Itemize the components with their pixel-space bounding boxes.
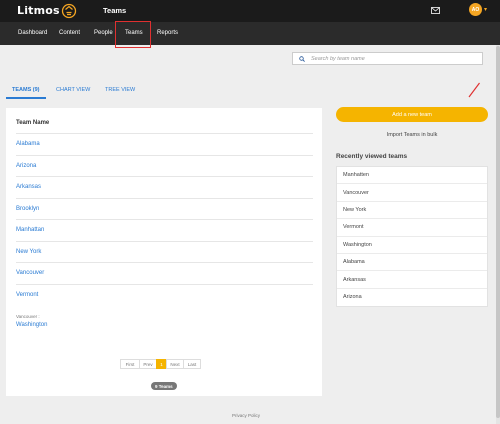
team-row[interactable]: Brooklyn bbox=[16, 197, 313, 220]
first-page-button[interactable]: First bbox=[120, 359, 140, 369]
recent-team-item[interactable]: Washington bbox=[337, 237, 487, 254]
tab-chart-view[interactable]: CHART VIEW bbox=[56, 87, 90, 93]
sub-team-entry: Vancouver : Washington bbox=[16, 314, 47, 328]
add-team-button[interactable]: Add a new team bbox=[336, 107, 488, 122]
next-page-button[interactable]: Next bbox=[166, 359, 184, 369]
nav-dashboard[interactable]: Dashboard bbox=[18, 30, 47, 36]
teams-card: Team Name Alabama Arizona Arkansas Brook… bbox=[6, 108, 322, 396]
pagination: First Prev 1 Next Last bbox=[120, 359, 201, 369]
nav-content[interactable]: Content bbox=[59, 30, 80, 36]
main-nav: Dashboard Content People Teams Reports bbox=[0, 22, 500, 45]
team-row[interactable]: Vancouver bbox=[16, 262, 313, 284]
chevron-down-icon[interactable]: ▾ bbox=[484, 6, 487, 13]
recent-teams-heading: Recently viewed teams bbox=[336, 153, 408, 160]
tab-tree-view[interactable]: TREE VIEW bbox=[105, 87, 135, 93]
search-box[interactable] bbox=[292, 52, 483, 65]
annotation-arrow-icon bbox=[468, 82, 480, 98]
nav-reports[interactable]: Reports bbox=[157, 30, 178, 36]
search-icon bbox=[299, 55, 305, 62]
team-row[interactable]: Arizona bbox=[16, 154, 313, 177]
recent-team-item[interactable]: Vancouver bbox=[337, 184, 487, 202]
prev-page-button[interactable]: Prev bbox=[139, 359, 157, 369]
recent-teams-list: Manhatten Vancouver New York Vermont Was… bbox=[336, 166, 488, 308]
mail-icon[interactable] bbox=[431, 7, 440, 14]
team-row[interactable]: New York bbox=[16, 240, 313, 263]
last-page-button[interactable]: Last bbox=[183, 359, 201, 369]
highlight-box bbox=[115, 21, 151, 48]
recent-team-item[interactable]: Arkansas bbox=[337, 271, 487, 289]
team-list: Alabama Arizona Arkansas Brooklyn Manhat… bbox=[16, 133, 313, 305]
active-tab-indicator bbox=[6, 97, 46, 99]
team-count-badge: 9 Teams bbox=[151, 382, 177, 390]
logo-text[interactable]: Litmos bbox=[17, 4, 60, 17]
recent-team-item[interactable]: Alabama bbox=[337, 254, 487, 272]
recent-team-item[interactable]: Vermont bbox=[337, 219, 487, 237]
search-input[interactable] bbox=[311, 55, 471, 62]
logo-icon bbox=[61, 3, 77, 19]
recent-team-item[interactable]: Manhatten bbox=[337, 167, 487, 185]
import-teams-link[interactable]: Import Teams in bulk bbox=[336, 132, 488, 138]
scrollbar-thumb[interactable] bbox=[496, 46, 500, 418]
sub-team-link[interactable]: Washington bbox=[16, 322, 47, 328]
team-row[interactable]: Arkansas bbox=[16, 176, 313, 198]
team-row[interactable]: Vermont bbox=[16, 283, 313, 306]
privacy-policy-link[interactable]: Privacy Policy bbox=[232, 413, 260, 418]
nav-people[interactable]: People bbox=[94, 30, 113, 36]
recent-team-item[interactable]: New York bbox=[337, 202, 487, 220]
team-row[interactable]: Alabama bbox=[16, 133, 313, 155]
avatar[interactable]: AO bbox=[469, 3, 482, 16]
app-title: Teams bbox=[103, 6, 127, 15]
top-bar: Litmos Teams AO ▾ bbox=[0, 0, 500, 22]
recent-team-item[interactable]: Arizona bbox=[337, 289, 487, 306]
tab-teams[interactable]: TEAMS (9) bbox=[12, 87, 40, 93]
column-header-team-name: Team Name bbox=[16, 120, 50, 126]
sub-team-parent: Vancouver : bbox=[16, 314, 40, 319]
team-row[interactable]: Manhattan bbox=[16, 219, 313, 241]
